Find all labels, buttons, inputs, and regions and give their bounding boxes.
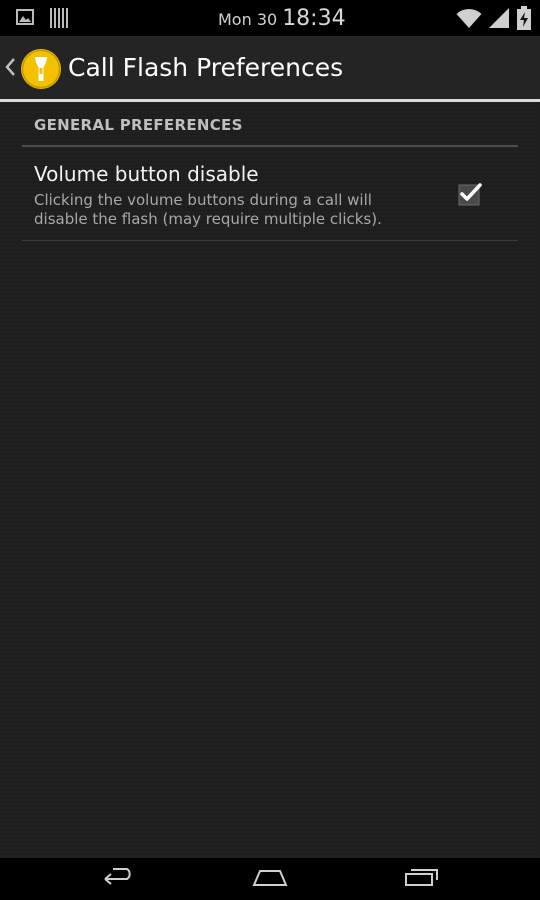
image-notification-icon (16, 8, 34, 32)
pref-summary: Clicking the volume buttons during a cal… (34, 191, 382, 228)
volume-disable-checkbox[interactable] (456, 180, 484, 208)
recents-icon (404, 867, 440, 891)
page-title: Call Flash Preferences (68, 53, 344, 82)
battery-charging-icon (516, 6, 532, 34)
system-icons (456, 6, 532, 34)
home-button[interactable] (250, 866, 290, 892)
category-label: GENERAL PREFERENCES (34, 116, 243, 134)
navigation-bar (0, 858, 540, 900)
status-clock: Mon 30 18:34 (218, 6, 346, 31)
back-chevron-icon (4, 56, 18, 82)
barcode-notification-icon (50, 8, 68, 32)
status-bar: Mon 30 18:34 (0, 0, 540, 36)
wifi-icon (456, 7, 482, 33)
up-button[interactable] (0, 36, 62, 102)
preferences-list: GENERAL PREFERENCES Volume button disabl… (0, 102, 540, 858)
pref-volume-button-disable[interactable]: Volume button disable Clicking the volum… (22, 148, 518, 241)
signal-icon (488, 7, 510, 33)
recents-button[interactable] (402, 866, 442, 892)
status-time: 18:34 (282, 6, 346, 31)
pref-title: Volume button disable (34, 162, 259, 186)
back-button[interactable] (98, 866, 138, 892)
back-icon (101, 866, 135, 892)
status-date: Mon 30 (218, 10, 278, 29)
home-icon (252, 867, 288, 891)
flashlight-app-icon (20, 48, 62, 90)
notification-icons (16, 8, 68, 32)
action-bar: Call Flash Preferences (0, 36, 540, 102)
preference-category: GENERAL PREFERENCES (22, 102, 518, 147)
